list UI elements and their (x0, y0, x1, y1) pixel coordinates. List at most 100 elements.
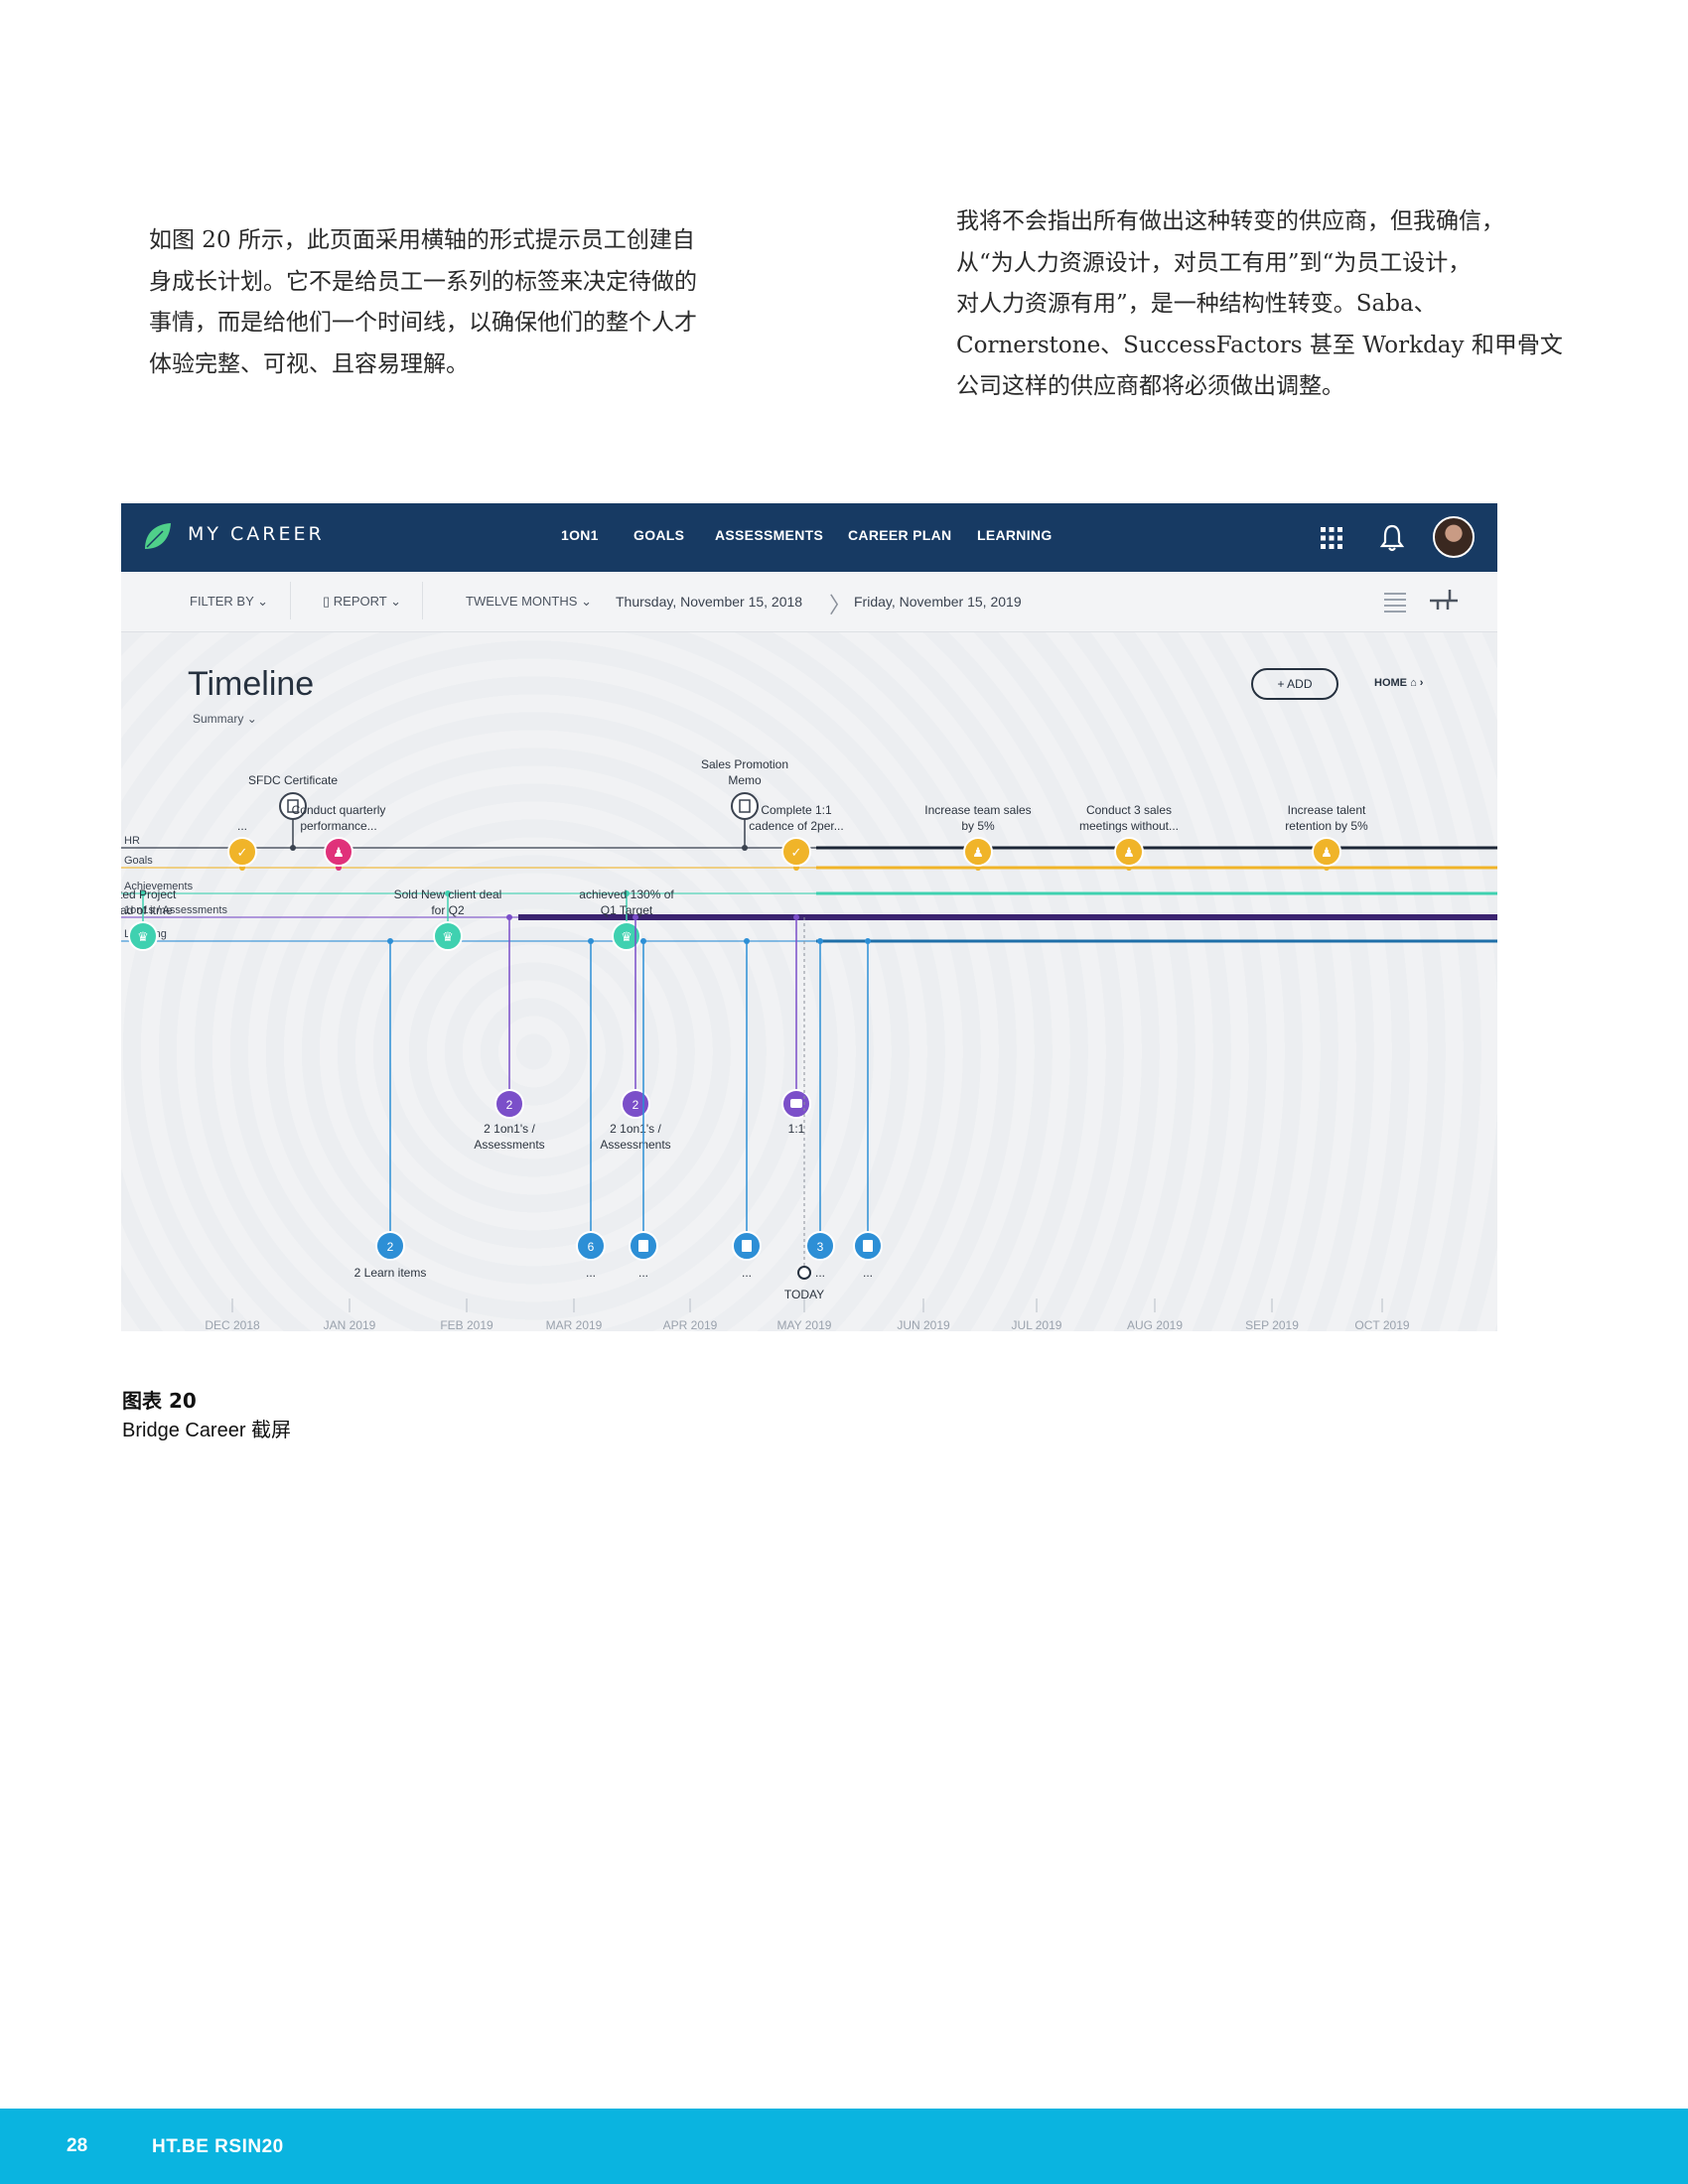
check-icon-glyph: ✓ (791, 845, 802, 860)
person-icon-glyph: ♟ (1321, 845, 1333, 860)
event-label: ... (237, 819, 247, 833)
today-marker (797, 1266, 811, 1280)
person-icon-glyph: ♟ (333, 845, 345, 860)
nav-1on1[interactable]: 1ON1 (561, 527, 599, 543)
assess-label: 2 1on1's / (610, 1122, 661, 1136)
month-label: SEP 2019 (1245, 1318, 1299, 1331)
learning-lane-dot (640, 938, 646, 944)
paragraph-line: 对人力资源有用”，是一种结构性转变。Saba、 (956, 291, 1437, 317)
timeline-chart: HRGoalsAchievements1on1s / AssessmentsLe… (121, 757, 1497, 1331)
filter-by-dropdown[interactable]: FILTER BY ⌄ (190, 594, 268, 610)
event-label: SFDC Certificate (248, 773, 338, 787)
event-label: Sold New client deal (394, 887, 502, 901)
assess-label: Assessments (474, 1138, 544, 1152)
event-label: achieved 130% of (579, 887, 674, 901)
learning-label: ... (863, 1266, 873, 1280)
bridge-career-screenshot: MY CAREER 1ON1 GOALS ASSESSMENTS CAREER … (121, 503, 1497, 1331)
user-avatar[interactable] (1433, 516, 1475, 558)
month-label: DEC 2018 (205, 1318, 260, 1331)
trophy-icon-glyph: ♛ (621, 929, 633, 944)
event-label: ead of itme (121, 903, 173, 917)
event-lane-dot (742, 845, 748, 851)
date-end[interactable]: Friday, November 15, 2019 (854, 594, 1022, 610)
intro-paragraph-left: 如图 20 所示，此页面采用横轴的形式提示员工创建自 身成长计划。它不是给员工一… (149, 220, 755, 385)
event-label: Sales Promotion (701, 757, 788, 771)
filter-bar: FILTER BY ⌄ ▯ REPORT ⌄ TWELVE MONTHS ⌄ T… (121, 572, 1497, 632)
event-label: meetings without... (1079, 819, 1179, 833)
learning-lane-dot (588, 938, 594, 944)
report-dropdown[interactable]: ▯ REPORT ⌄ (323, 594, 401, 610)
event-label: Memo (728, 773, 762, 787)
document-icon (731, 792, 759, 820)
chevron-down-icon: ⌄ (390, 594, 402, 609)
event-label: by 5% (961, 819, 995, 833)
event-label: retention by 5% (1285, 819, 1368, 833)
nav-goals[interactable]: GOALS (633, 527, 684, 543)
event-label: cadence of 2per... (749, 819, 843, 833)
check-icon-glyph: ✓ (237, 845, 248, 860)
event-label: Increase team sales (924, 803, 1031, 817)
leaf-logo-icon (145, 523, 171, 549)
event-label: Increase talent (1288, 803, 1366, 817)
nav-career-plan[interactable]: CAREER PLAN (848, 527, 951, 543)
intro-paragraph-right: 我将不会指出所有做出这种转变的供应商，但我确信， 从“为人力资源设计，对员工有用… (956, 202, 1572, 408)
assess-count: 2 (633, 1098, 639, 1112)
learning-count: 6 (588, 1240, 595, 1254)
date-start[interactable]: Thursday, November 15, 2018 (616, 594, 802, 610)
learning-count: 2 (387, 1240, 394, 1254)
learning-lane-dot (744, 938, 750, 944)
trophy-icon-glyph: ♛ (442, 929, 454, 944)
learning-label: ... (742, 1266, 752, 1280)
nav-learning[interactable]: LEARNING (977, 527, 1053, 543)
month-label: MAY 2019 (777, 1318, 832, 1331)
learning-count: 3 (817, 1240, 824, 1254)
lane-hr-label: HR (124, 835, 140, 847)
page-footer: 28 HT.BE RSIN20 (0, 2109, 1688, 2184)
paragraph-line: 如图 20 所示，此页面采用横轴的形式提示员工创建自 (149, 227, 695, 253)
apps-grid-icon[interactable] (1320, 526, 1343, 550)
learning-lane-dot (865, 938, 871, 944)
event-label: Conduct quarterly (292, 803, 386, 817)
assess-label: 2 1on1's / (484, 1122, 535, 1136)
nav-assessments[interactable]: ASSESSMENTS (715, 527, 823, 543)
filter-by-label: FILTER BY (190, 594, 254, 609)
range-label: TWELVE MONTHS (466, 594, 578, 609)
report-document-icon: ▯ (323, 594, 331, 609)
month-label: AUG 2019 (1127, 1318, 1183, 1331)
chevron-down-icon: ⌄ (581, 594, 592, 609)
assess-lane-dot (793, 914, 799, 920)
list-view-icon[interactable] (1382, 590, 1408, 614)
book-icon (638, 1240, 648, 1252)
month-label: JUN 2019 (897, 1318, 950, 1331)
footer-title: HT.BE RSIN20 (152, 2136, 284, 2157)
learning-lane-dot (387, 938, 393, 944)
month-label: APR 2019 (663, 1318, 718, 1331)
app-title: MY CAREER (188, 523, 325, 545)
timeline-view-icon[interactable] (1428, 586, 1460, 615)
learning-label: ... (815, 1266, 825, 1280)
assess-count: 2 (506, 1098, 513, 1112)
month-label: JUL 2019 (1012, 1318, 1062, 1331)
divider (422, 582, 423, 619)
event-label: for Q2 (431, 903, 465, 917)
figure-caption: Bridge Career 截屏 (122, 1420, 292, 1441)
chat-icon (790, 1099, 802, 1108)
range-dropdown[interactable]: TWELVE MONTHS ⌄ (466, 594, 592, 610)
book-icon (863, 1240, 873, 1252)
assess-label: Assessments (600, 1138, 670, 1152)
month-label: MAR 2019 (546, 1318, 603, 1331)
event-label: performance... (300, 819, 376, 833)
assess-lane-dot (506, 914, 512, 920)
divider (290, 582, 291, 619)
month-label: OCT 2019 (1354, 1318, 1409, 1331)
page-number: 28 (67, 2135, 88, 2156)
chevron-right-icon: 〉 (829, 593, 852, 617)
timeline-canvas: Timeline Summary ⌄ + ADD HOME ⌂ › HR Goal… (121, 632, 1497, 1331)
paragraph-line: 从“为人力资源设计，对员工有用”到“为员工设计， (956, 249, 1472, 276)
bell-icon[interactable] (1377, 523, 1407, 553)
book-icon (742, 1240, 752, 1252)
paragraph-line: Cornerstone、SuccessFactors 甚至 Workday 和甲… (956, 332, 1563, 358)
event-label: Complete 1:1 (761, 803, 832, 817)
paragraph-line: 体验完整、可视、且容易理解。 (149, 350, 469, 377)
app-top-bar: MY CAREER 1ON1 GOALS ASSESSMENTS CAREER … (121, 503, 1497, 572)
